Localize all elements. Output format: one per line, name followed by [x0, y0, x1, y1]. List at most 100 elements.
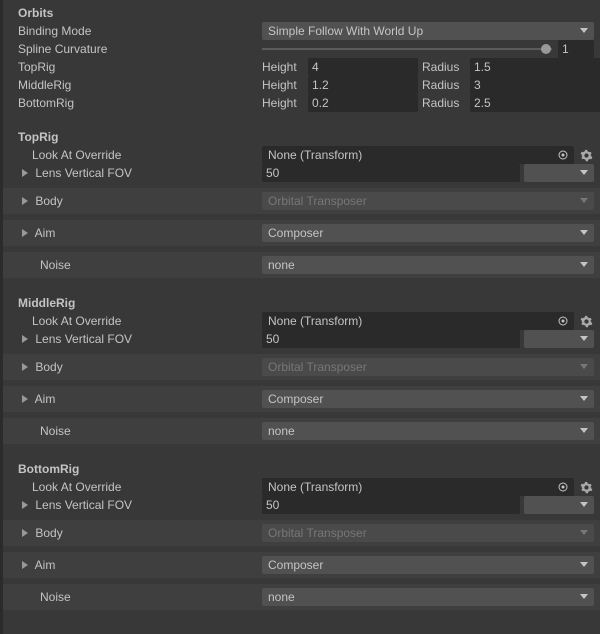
orbit-bottom-height-input[interactable]	[308, 94, 418, 112]
body-label: Body	[35, 194, 62, 208]
aim-label: Aim	[35, 392, 56, 406]
chevron-down-icon	[580, 262, 588, 268]
middlerig-aim-dropdown[interactable]: Composer	[262, 390, 594, 408]
middlerig-lookat-row: Look At Override None (Transform)	[0, 312, 600, 330]
chevron-down-icon	[580, 198, 588, 204]
toprig-aim-dropdown[interactable]: Composer	[262, 224, 594, 242]
middlerig-lens-input[interactable]	[262, 330, 520, 348]
expand-icon[interactable]	[20, 363, 30, 371]
middlerig-noise-row: Noise none	[0, 418, 600, 444]
expand-icon[interactable]	[20, 169, 30, 177]
middlerig-title: MiddleRig	[18, 296, 75, 310]
object-picker-icon[interactable]	[556, 480, 570, 494]
noise-label: Noise	[18, 590, 262, 604]
orbit-middle-label: MiddleRig	[18, 78, 262, 92]
spline-curvature-row: Spline Curvature	[0, 40, 600, 58]
bottomrig-lens-row: Lens Vertical FOV	[0, 496, 600, 514]
bottomrig-noise-dropdown[interactable]: none	[262, 588, 594, 606]
lens-text: Lens Vertical FOV	[35, 332, 132, 346]
orbits-title: Orbits	[18, 6, 53, 20]
binding-mode-value: Simple Follow With World Up	[268, 24, 423, 38]
chevron-down-icon	[580, 594, 588, 600]
toprig-lens-input[interactable]	[262, 164, 520, 182]
toprig-lookat-row: Look At Override None (Transform)	[0, 146, 600, 164]
toprig-noise-row: Noise none	[0, 252, 600, 278]
binding-mode-label: Binding Mode	[18, 24, 262, 38]
aim-value: Composer	[268, 226, 323, 240]
bottomrig-lens-input[interactable]	[262, 496, 520, 514]
gear-icon[interactable]	[578, 479, 594, 495]
object-picker-icon[interactable]	[556, 314, 570, 328]
noise-value: none	[268, 590, 295, 604]
expand-icon[interactable]	[20, 529, 30, 537]
orbit-top-height-input[interactable]	[308, 58, 418, 76]
lookat-value: None (Transform)	[268, 314, 362, 328]
slider-handle[interactable]	[541, 44, 551, 54]
toprig-lookat-field[interactable]: None (Transform)	[262, 146, 574, 164]
bottomrig-aim-row: Aim Composer	[0, 552, 600, 578]
bottomrig-section: BottomRig Look At Override None (Transfo…	[0, 460, 600, 610]
toprig-aim-row: Aim Composer	[0, 220, 600, 246]
radius-label: Radius	[422, 78, 466, 92]
orbit-middle-height-input[interactable]	[308, 76, 418, 94]
toprig-title: TopRig	[18, 130, 58, 144]
radius-label: Radius	[422, 96, 466, 110]
chevron-down-icon	[580, 170, 588, 176]
spline-curvature-label: Spline Curvature	[18, 42, 262, 56]
orbit-top-radius-input[interactable]	[470, 58, 600, 76]
lens-preset-dropdown[interactable]	[524, 496, 594, 514]
bottomrig-title-row: BottomRig	[0, 460, 600, 478]
expand-icon[interactable]	[20, 335, 30, 343]
orbit-bottom-label: BottomRig	[18, 96, 262, 110]
toprig-lens-row: Lens Vertical FOV	[0, 164, 600, 182]
lookat-label: Look At Override	[18, 314, 262, 328]
expand-icon[interactable]	[20, 561, 30, 569]
binding-mode-dropdown[interactable]: Simple Follow With World Up	[262, 22, 594, 40]
spline-curvature-slider[interactable]	[262, 40, 594, 58]
object-picker-icon[interactable]	[556, 148, 570, 162]
aim-label: Aim	[35, 558, 56, 572]
lens-text: Lens Vertical FOV	[35, 166, 132, 180]
middlerig-noise-dropdown[interactable]: none	[262, 422, 594, 440]
orbit-middle-row: MiddleRig Height Radius	[0, 76, 600, 94]
bottomrig-aim-dropdown[interactable]: Composer	[262, 556, 594, 574]
orbit-middle-radius-input[interactable]	[470, 76, 600, 94]
chevron-down-icon	[580, 428, 588, 434]
lens-preset-dropdown[interactable]	[524, 330, 594, 348]
chevron-down-icon	[580, 230, 588, 236]
inspector-panel: Orbits Binding Mode Simple Follow With W…	[0, 0, 600, 610]
orbit-bottom-row: BottomRig Height Radius	[0, 94, 600, 112]
bottomrig-lookat-row: Look At Override None (Transform)	[0, 478, 600, 496]
bottomrig-body-row: Body Orbital Transposer	[0, 520, 600, 546]
spline-curvature-input[interactable]	[558, 40, 594, 58]
expand-icon[interactable]	[20, 501, 30, 509]
height-label: Height	[262, 78, 304, 92]
middlerig-body-dropdown: Orbital Transposer	[262, 358, 594, 376]
bottomrig-noise-row: Noise none	[0, 584, 600, 610]
chevron-down-icon	[580, 502, 588, 508]
noise-label: Noise	[18, 424, 262, 438]
body-label: Body	[35, 360, 62, 374]
orbits-header: Orbits	[0, 4, 600, 22]
gear-icon[interactable]	[578, 313, 594, 329]
lens-preset-dropdown[interactable]	[524, 164, 594, 182]
toprig-title-row: TopRig	[0, 128, 600, 146]
lookat-value: None (Transform)	[268, 480, 362, 494]
chevron-down-icon	[580, 364, 588, 370]
expand-icon[interactable]	[20, 197, 30, 205]
middlerig-lookat-field[interactable]: None (Transform)	[262, 312, 574, 330]
bottomrig-lookat-field[interactable]: None (Transform)	[262, 478, 574, 496]
gear-icon[interactable]	[578, 147, 594, 163]
toprig-noise-dropdown[interactable]: none	[262, 256, 594, 274]
expand-icon[interactable]	[20, 395, 30, 403]
aim-label: Aim	[35, 226, 56, 240]
expand-icon[interactable]	[20, 229, 30, 237]
orbit-bottom-radius-input[interactable]	[470, 94, 600, 112]
noise-value: none	[268, 424, 295, 438]
height-label: Height	[262, 60, 304, 74]
orbit-top-row: TopRig Height Radius	[0, 58, 600, 76]
toprig-body-row: Body Orbital Transposer	[0, 188, 600, 214]
orbit-top-label: TopRig	[18, 60, 262, 74]
body-label: Body	[35, 526, 62, 540]
body-value: Orbital Transposer	[268, 360, 367, 374]
